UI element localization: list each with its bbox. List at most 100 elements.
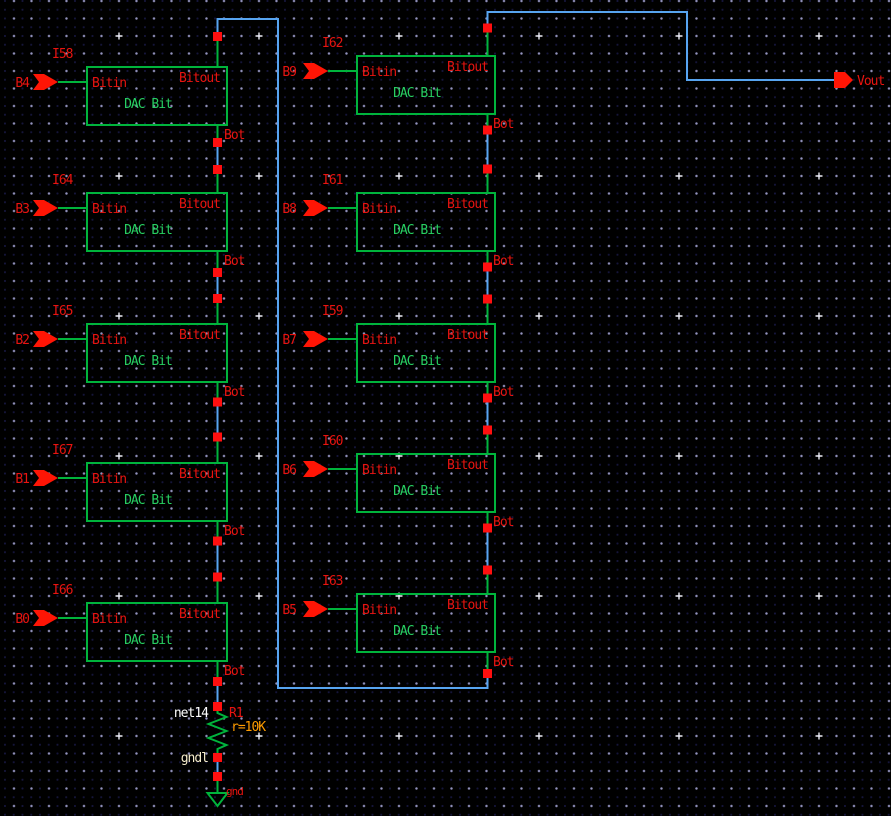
instance-name-label: I58 — [52, 47, 73, 62]
pin-label-bitout: Bitout — [179, 71, 220, 86]
pin-label-bitin: Bitin — [92, 202, 126, 217]
input-pin-arrow[interactable] — [303, 331, 328, 347]
wire-junction[interactable] — [213, 772, 222, 781]
wire-junction[interactable] — [483, 393, 492, 403]
pin-label-bitin: Bitin — [362, 65, 396, 80]
pin-label-bitin: Bitin — [362, 333, 396, 348]
pin-label-bitin: Bitin — [92, 612, 126, 627]
input-net-label: B2 — [15, 333, 29, 348]
ground-triangle[interactable] — [205, 792, 230, 808]
output-wire-to-vout[interactable] — [486, 11, 835, 81]
input-pin-arrow[interactable] — [33, 200, 58, 216]
schematic-canvas[interactable]: I58 B4 Bitin Bitout DAC Bit Bot I64 B3 B… — [0, 0, 891, 816]
grid-cross-marker — [535, 172, 543, 180]
wire-junction[interactable] — [213, 432, 222, 442]
pin-label-bitin: Bitin — [362, 463, 396, 478]
wire-junction[interactable] — [213, 268, 222, 277]
grid-cross-marker — [255, 592, 263, 600]
wire-junction[interactable] — [483, 425, 492, 435]
wire-junction[interactable] — [213, 138, 222, 147]
grid-cross-marker — [675, 32, 683, 40]
pin-label-bitin: Bitin — [92, 333, 126, 348]
grid-cross-marker — [115, 172, 123, 180]
grid-cross-marker — [255, 452, 263, 460]
grid-cross-marker — [815, 592, 823, 600]
input-pin-arrow[interactable] — [303, 200, 328, 216]
input-pin-arrow[interactable] — [303, 63, 328, 79]
wire-junction[interactable] — [483, 294, 492, 304]
pin-label-bot: Bot — [493, 254, 514, 269]
wire-junction[interactable] — [483, 164, 492, 174]
pin-label-bot: Bot — [224, 385, 245, 400]
wire-junction[interactable] — [213, 397, 222, 407]
wire-junction[interactable] — [483, 523, 492, 533]
cell-name-label: DAC Bit — [124, 97, 172, 112]
input-pin-arrow[interactable] — [303, 601, 328, 617]
dac-cell-left-4: I66 B0 Bitin Bitout DAC Bit Bot — [15, 583, 245, 679]
dac-cell-right-3: I60 B6 Bitin Bitout DAC Bit Bot — [282, 434, 514, 530]
instance-name-label: I67 — [52, 443, 73, 458]
cell-name-label: DAC Bit — [124, 223, 172, 238]
grid-cross-marker — [675, 452, 683, 460]
pin-label-bitout: Bitout — [447, 197, 488, 212]
wire-junction[interactable] — [213, 702, 222, 711]
wire-junction[interactable] — [213, 536, 222, 546]
grid-cross-marker — [115, 592, 123, 600]
dac-cell-right-0: I62 B9 Bitin Bitout DAC Bit Bot — [282, 36, 514, 132]
grid-cross-marker — [815, 172, 823, 180]
wire-junction[interactable] — [213, 753, 222, 762]
grid-cross-marker — [815, 732, 823, 740]
net-label-gndl: gndl — [181, 751, 208, 766]
input-pin-arrow[interactable] — [303, 461, 328, 477]
grid-cross-marker — [675, 312, 683, 320]
pin-label-bot: Bot — [493, 117, 514, 132]
grid-cross-marker — [115, 312, 123, 320]
pin-label-bitin: Bitin — [92, 472, 126, 487]
grid-cross-marker — [535, 312, 543, 320]
input-net-label: B6 — [282, 463, 296, 478]
grid-cross-marker — [815, 452, 823, 460]
grid-cross-marker — [395, 312, 403, 320]
cell-name-label: DAC Bit — [124, 493, 172, 508]
output-net-label: Vout — [857, 74, 884, 89]
grid-cross-marker — [535, 452, 543, 460]
resistor-body[interactable] — [205, 706, 230, 758]
wire-junction[interactable] — [213, 677, 222, 686]
pin-label-bot: Bot — [493, 385, 514, 400]
pin-label-bitin: Bitin — [92, 76, 126, 91]
instance-name-label: I60 — [322, 434, 343, 449]
grid-cross-marker — [675, 172, 683, 180]
grid-cross-marker — [395, 172, 403, 180]
pin-label-bot: Bot — [224, 524, 245, 539]
input-pin-arrow[interactable] — [33, 331, 58, 347]
dac-cell-left-1: I64 B3 Bitin Bitout DAC Bit Bot — [15, 173, 245, 269]
grid-cross-marker — [115, 732, 123, 740]
pin-label-bitout: Bitout — [447, 328, 488, 343]
wire-junction[interactable] — [483, 23, 492, 33]
dac-cell-right-4: I63 B5 Bitin Bitout DAC Bit Bot — [282, 574, 514, 670]
pin-label-bot: Bot — [224, 128, 245, 143]
input-net-label: B0 — [15, 612, 29, 627]
input-pin-arrow[interactable] — [33, 74, 58, 90]
output-pin-arrow[interactable] — [834, 72, 853, 88]
instance-name-label: I65 — [52, 304, 73, 319]
feedback-wire-left-top-to-right-bottom[interactable] — [216, 18, 489, 689]
input-pin-arrow[interactable] — [33, 610, 58, 626]
wire-junction[interactable] — [213, 294, 222, 303]
output-pin-vout: Vout — [834, 72, 885, 89]
wire-junction-squares[interactable] — [213, 23, 492, 782]
wire-junction[interactable] — [213, 32, 222, 41]
net-label-net14: net14 — [174, 706, 209, 721]
dac-cell-right-2: I59 B7 Bitin Bitout DAC Bit Bot — [282, 304, 514, 400]
pin-label-bitin: Bitin — [362, 603, 396, 618]
wire-junction[interactable] — [483, 125, 492, 135]
wire-junction[interactable] — [483, 669, 492, 678]
grid-cross-marker — [115, 32, 123, 40]
input-pin-arrow[interactable] — [33, 470, 58, 486]
grid-cross-marker — [255, 172, 263, 180]
pin-stub-wires[interactable] — [216, 28, 489, 682]
wire-junction[interactable] — [213, 572, 222, 582]
wire-junction[interactable] — [213, 165, 222, 174]
wire-junction[interactable] — [483, 262, 492, 272]
wire-junction[interactable] — [483, 565, 492, 575]
